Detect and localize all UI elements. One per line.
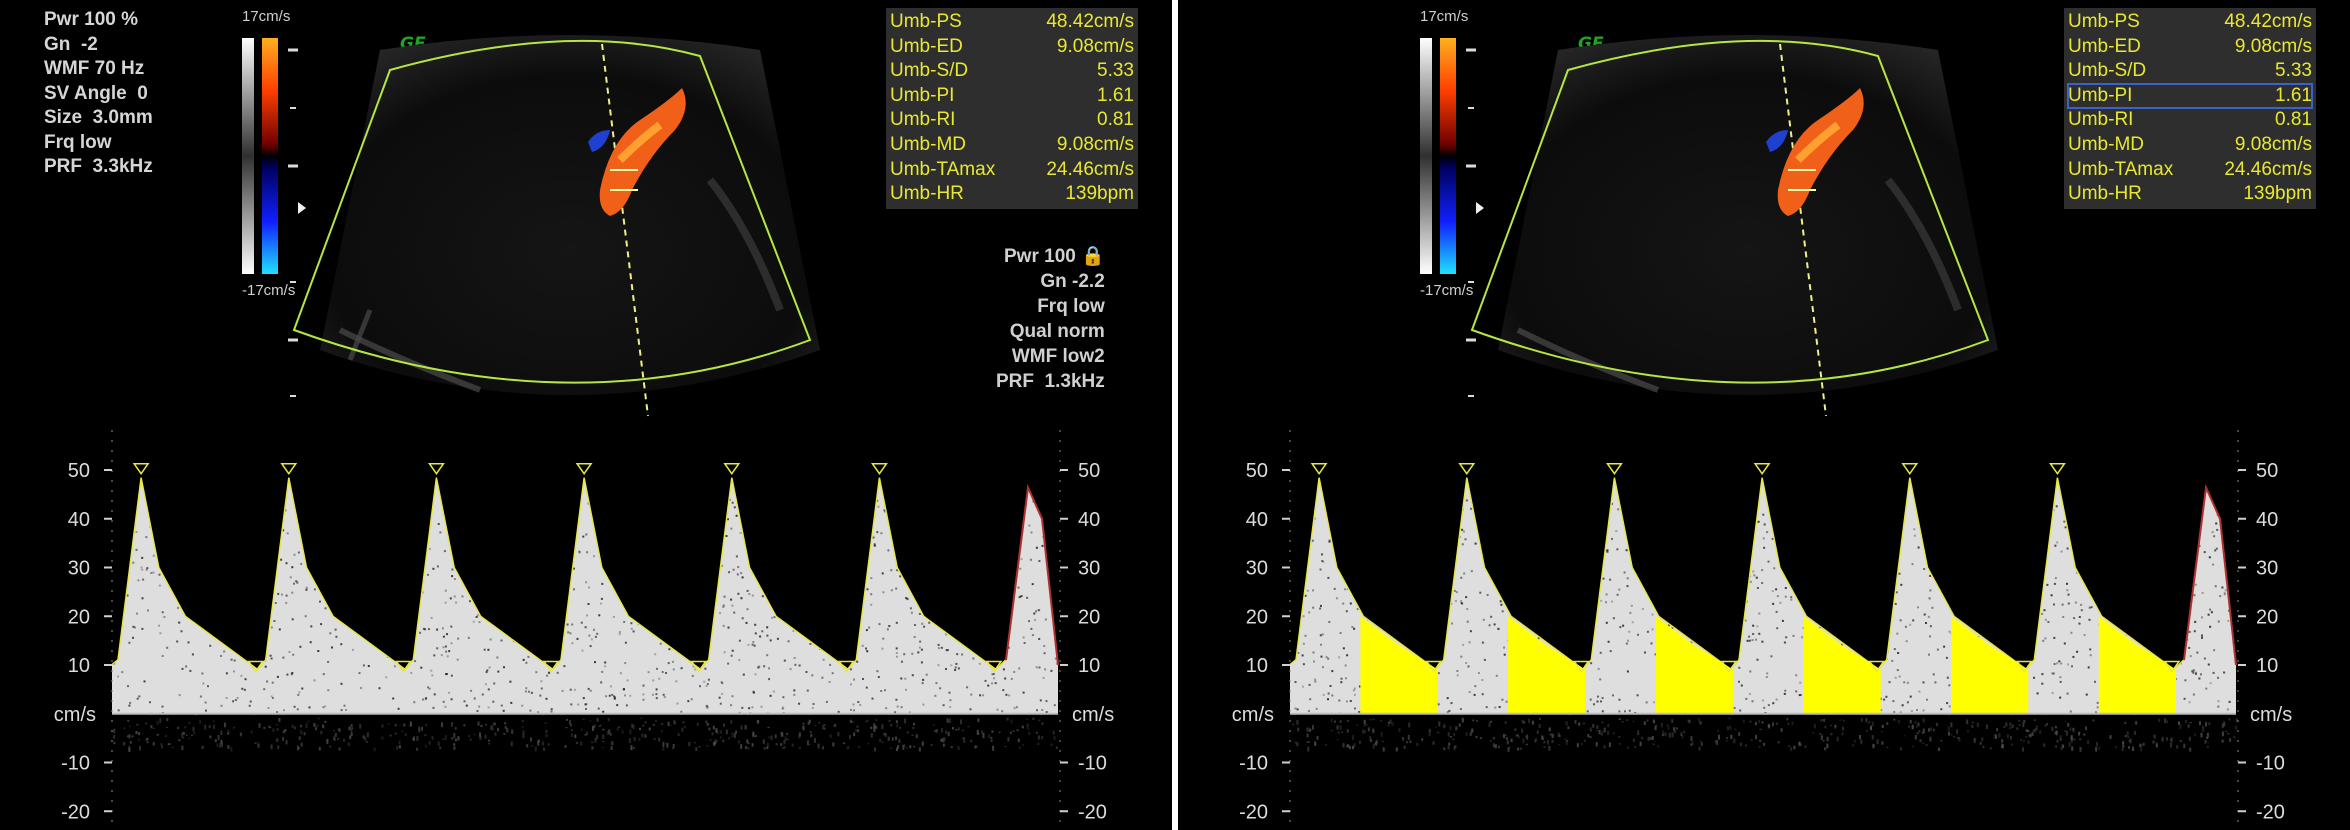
color-scale-bar	[1420, 38, 1456, 274]
ultrasound-panel-original: Pwr 100 % Gn -2 WMF 70 Hz SV Angle 0 Siz…	[0, 0, 1172, 830]
setting-frequency: Frq low	[44, 131, 153, 156]
measurement-row: Umb-HR 139bpm	[2068, 182, 2312, 207]
axis-tick-label: -10	[1239, 753, 1268, 775]
measurement-row: Umb-MD 9.08cm/s	[2068, 133, 2312, 158]
axis-tick-label: 30	[2256, 558, 2278, 580]
setting-wmf: WMF 70 Hz	[44, 57, 153, 82]
setting-size: Size 3.0mm	[44, 106, 153, 131]
doppler-power: Pwr 100 🔒	[996, 244, 1105, 269]
axis-tick-label: 20	[1078, 606, 1100, 628]
axis-tick-label: 40	[1078, 509, 1100, 531]
axis-tick-label: -20	[61, 801, 90, 823]
axis-tick-label: 20	[68, 606, 90, 628]
axis-unit-label: cm/s	[2250, 704, 2292, 726]
system-settings: Pwr 100 % Gn -2 WMF 70 Hz SV Angle 0 Siz…	[44, 8, 153, 180]
axis-tick-label: -20	[1078, 801, 1107, 823]
axis-tick-label: 40	[2256, 509, 2278, 531]
axis-tick-label: -20	[2256, 801, 2285, 823]
axis-unit-label: cm/s	[1232, 704, 1274, 726]
color-scale-top: 17cm/s	[1420, 8, 1468, 25]
measurement-row: Umb-S/D 5.33	[890, 59, 1134, 84]
measurement-row: Umb-HR 139bpm	[890, 182, 1134, 207]
color-scale-top: 17cm/s	[242, 8, 290, 25]
measurement-row: Umb-S/D 5.33	[2068, 59, 2312, 84]
axis-tick-label: 50	[68, 460, 90, 482]
measurement-row: Umb-TAmax 24.46cm/s	[2068, 158, 2312, 183]
axis-tick-label: 30	[1246, 558, 1268, 580]
measurement-table: Umb-PS 48.42cm/s Umb-ED 9.08cm/s Umb-S/D 5.…	[886, 8, 1138, 209]
axis-tick-label: 10	[2256, 655, 2278, 677]
measurement-row: Umb-RI 0.81	[2068, 108, 2312, 133]
axis-tick-label: 20	[2256, 606, 2278, 628]
axis-unit-label: cm/s	[54, 704, 96, 726]
measurement-row: Umb-PS 48.42cm/s	[2068, 10, 2312, 35]
doppler-wmf: WMF low2	[996, 344, 1105, 369]
doppler-prf: PRF 1.3kHz	[996, 369, 1105, 394]
setting-power: Pwr 100 %	[44, 8, 153, 33]
measurement-row: Umb-RI 0.81	[890, 108, 1134, 133]
focus-marker-icon	[296, 200, 310, 216]
axis-tick-label: 40	[1246, 509, 1268, 531]
bmode-sector-image	[280, 30, 860, 430]
depth-ruler	[284, 40, 304, 400]
axis-tick-label: 50	[1078, 460, 1100, 482]
axis-unit-label: cm/s	[1072, 704, 1114, 726]
measurement-row: Umb-PS 48.42cm/s	[890, 10, 1134, 35]
measurement-row: Umb-TAmax 24.46cm/s	[890, 158, 1134, 183]
doppler-settings: Pwr 100 🔒 Gn -2.2 Frq low Qual norm WMF …	[996, 244, 1105, 394]
doppler-gain: Gn -2.2	[996, 269, 1105, 294]
axis-tick-label: 10	[1246, 655, 1268, 677]
axis-tick-label: 50	[1246, 460, 1268, 482]
axis-tick-label: -20	[1239, 801, 1268, 823]
setting-gain: Gn -2	[44, 33, 153, 58]
doppler-spectrum-highlighted: 50 40 30 20 10 -10 -20 cm/s 50 40 30 20 10 -10 -20 cm/s	[1178, 420, 2350, 830]
setting-prf: PRF 3.3kHz	[44, 155, 153, 180]
setting-sv-angle: SV Angle 0	[44, 82, 153, 107]
ultrasound-panel-annotated: 17cm/s -17cm/s GE Umb-PS 48.42cm/s Umb-ED…	[1178, 0, 2350, 830]
measurement-row: Umb-ED 9.08cm/s	[2068, 35, 2312, 60]
axis-tick-label: 30	[68, 558, 90, 580]
doppler-quality: Qual norm	[996, 319, 1105, 344]
axis-tick-label: 20	[1246, 606, 1268, 628]
axis-tick-label: -10	[1078, 753, 1107, 775]
axis-tick-label: 30	[1078, 558, 1100, 580]
doppler-frequency: Frq low	[996, 294, 1105, 319]
axis-tick-label: -10	[61, 753, 90, 775]
measurement-row: Umb-ED 9.08cm/s	[890, 35, 1134, 60]
axis-tick-label: 50	[2256, 460, 2278, 482]
bmode-sector-image	[1458, 30, 2038, 430]
axis-tick-label: 40	[68, 509, 90, 531]
axis-tick-label: 10	[68, 655, 90, 677]
measurement-row: Umb-MD 9.08cm/s	[890, 133, 1134, 158]
color-scale-bar	[242, 38, 278, 274]
focus-marker-icon	[1474, 200, 1488, 216]
depth-ruler	[1462, 40, 1482, 400]
measurement-row: Umb-PI 1.61	[890, 84, 1134, 109]
doppler-spectrum: 50 40 30 20 10 -10 -20 cm/s 50 40 30 20 10 -10 -20 cm/s	[0, 420, 1172, 830]
measurement-table: Umb-PS 48.42cm/s Umb-ED 9.08cm/s Umb-S/D 5.…	[2064, 8, 2316, 209]
measurement-row-selected[interactable]: Umb-PI 1.61	[2068, 84, 2312, 109]
axis-tick-label: 10	[1078, 655, 1100, 677]
axis-tick-label: -10	[2256, 753, 2285, 775]
